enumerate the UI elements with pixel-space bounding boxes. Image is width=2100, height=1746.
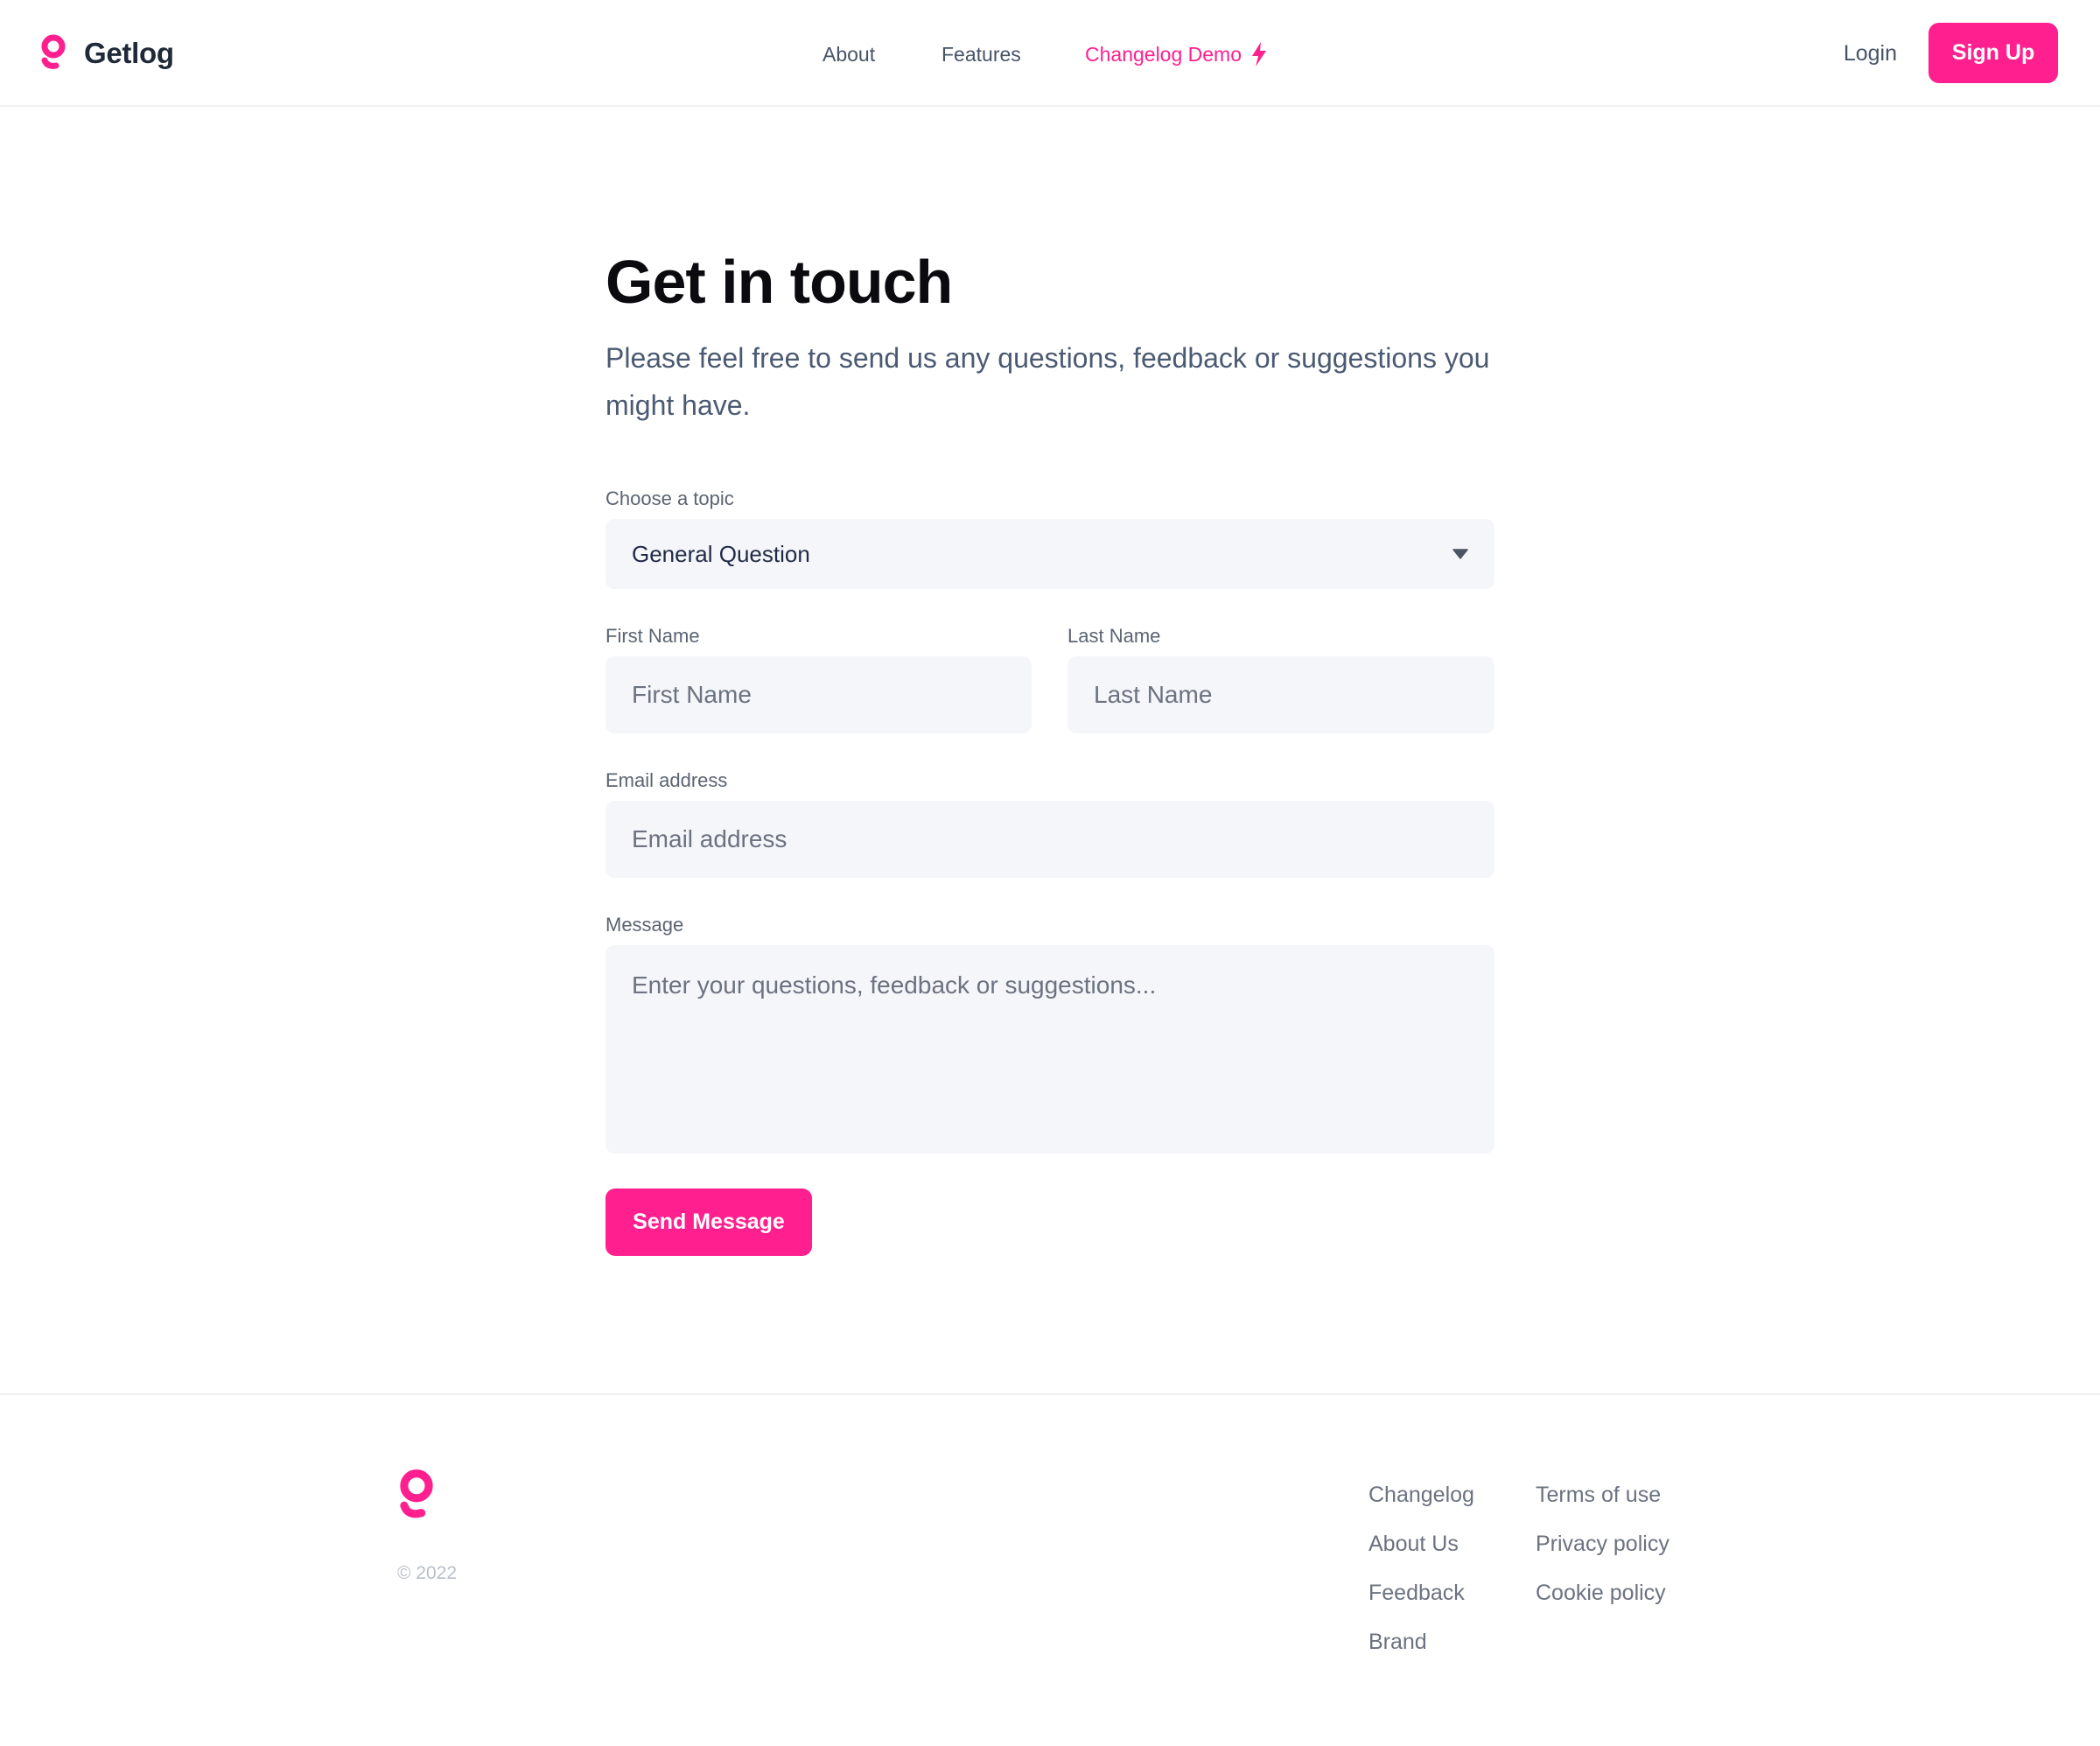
topic-label: Choose a topic: [606, 487, 734, 509]
main-nav: About Features Changelog Demo: [0, 39, 2100, 70]
nav-link-about[interactable]: About: [822, 39, 875, 70]
topic-select[interactable]: General Question: [606, 519, 1494, 589]
last-name-label: Last Name: [1068, 625, 1161, 647]
email-label: Email address: [606, 769, 728, 791]
email-input[interactable]: [606, 801, 1494, 878]
topic-select-value: General Question: [632, 540, 810, 567]
page: Getlog About Features Changelog Demo Log…: [0, 0, 2100, 1746]
footer-legal-column: Terms of use Privacy policy Cookie polic…: [1536, 1479, 1670, 1626]
copyright-text: © 2022: [397, 1563, 458, 1583]
footer-link-about-us[interactable]: About Us: [1368, 1528, 1474, 1560]
footer-link-privacy[interactable]: Privacy policy: [1536, 1528, 1670, 1560]
first-name-label: First Name: [606, 625, 700, 647]
getlog-logo-icon: [400, 1469, 433, 1518]
contact-section: Get in touch Please feel free to send us…: [606, 245, 1494, 1256]
contact-form: Choose a topic General Question First Na…: [606, 245, 1494, 1260]
send-message-button[interactable]: Send Message: [606, 1189, 812, 1256]
footer-link-brand[interactable]: Brand: [1368, 1626, 1474, 1658]
signup-button[interactable]: Sign Up: [1928, 23, 2058, 83]
message-textarea[interactable]: [606, 945, 1494, 1153]
footer-links-column: Changelog About Us Feedback Brand: [1368, 1479, 1474, 1675]
chevron-down-icon: [1452, 549, 1468, 559]
footer: © 2022 Changelog About Us Feedback Brand…: [0, 1393, 2100, 1746]
login-link[interactable]: Login: [1844, 38, 1897, 69]
first-name-input[interactable]: [606, 656, 1032, 733]
nav-link-changelog-demo-label: Changelog Demo: [1085, 43, 1242, 66]
top-navbar: Getlog About Features Changelog Demo Log…: [0, 0, 2100, 107]
nav-link-changelog-demo[interactable]: Changelog Demo: [1085, 39, 1268, 70]
footer-link-feedback[interactable]: Feedback: [1368, 1577, 1474, 1609]
footer-link-cookie[interactable]: Cookie policy: [1536, 1577, 1670, 1609]
message-label: Message: [606, 914, 684, 936]
nav-link-features[interactable]: Features: [942, 39, 1021, 70]
last-name-input[interactable]: [1068, 656, 1494, 733]
footer-link-terms[interactable]: Terms of use: [1536, 1479, 1670, 1511]
footer-link-changelog[interactable]: Changelog: [1368, 1479, 1474, 1511]
bolt-icon: [1252, 42, 1267, 67]
